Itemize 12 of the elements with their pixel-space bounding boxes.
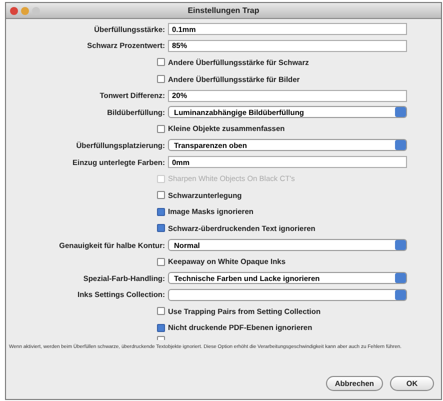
checkbox[interactable] (157, 324, 165, 332)
close-button[interactable] (10, 6, 18, 14)
checkbox[interactable] (157, 75, 165, 84)
checkbox[interactable] (157, 124, 165, 133)
checkbox[interactable] (157, 258, 165, 266)
checkbox[interactable] (157, 224, 165, 232)
window-title: Einstellungen Trap (188, 6, 260, 15)
checkbox[interactable] (157, 58, 165, 66)
checkbox[interactable] (157, 208, 165, 216)
checkbox[interactable] (157, 191, 165, 200)
dropdown[interactable] (168, 288, 407, 301)
checkbox[interactable] (157, 307, 165, 316)
